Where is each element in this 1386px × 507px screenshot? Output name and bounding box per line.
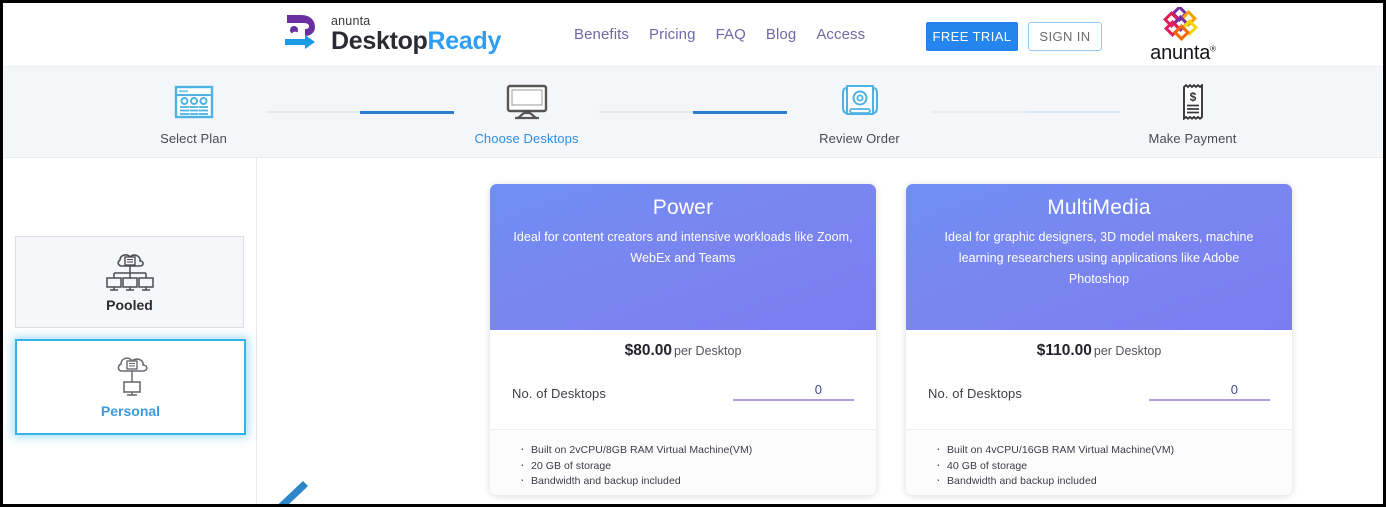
plan-card-header: MultiMedia Ideal for graphic designers, … [906, 184, 1292, 330]
plan-title-multimedia: MultiMedia [1047, 196, 1151, 219]
desktopready-logo[interactable]: anunta DesktopReady [281, 11, 501, 55]
desktop-type-selector: Pooled Personal [15, 236, 246, 435]
plan-card-power[interactable]: Power Ideal for content creators and int… [490, 184, 876, 495]
price-row-multimedia: $110.00 per Desktop [928, 342, 1270, 360]
step-choose-desktops[interactable]: Choose Desktops [454, 81, 599, 146]
price-amount-power: $80.00 [624, 342, 672, 359]
checkout-stepper: Select Plan Choose Desktops Review Order… [3, 66, 1383, 158]
anunta-corporate-logo[interactable]: anunta® [1135, 7, 1231, 65]
price-unit-multimedia: per Desktop [1093, 344, 1162, 358]
brand-desktop-text: Desktop [331, 26, 428, 55]
step-label-make-payment: Make Payment [1148, 131, 1237, 146]
monitor-icon [505, 81, 549, 123]
anunta-word-text: anunta [1150, 42, 1211, 64]
main-content: Pooled Personal Power Ideal for content … [3, 158, 1383, 504]
brand-wordmark: anunta DesktopReady [331, 12, 501, 54]
brand-ready-text: Ready [427, 26, 502, 55]
price-amount-multimedia: $110.00 [1036, 342, 1092, 359]
plan-description-multimedia: Ideal for graphic designers, 3D model ma… [944, 230, 1254, 286]
cloud-single-desktop-icon [108, 355, 154, 399]
plan-description-power: Ideal for content creators and intensive… [513, 230, 853, 265]
step-make-payment[interactable]: $ Make Payment [1120, 81, 1265, 146]
plan-features-multimedia: Built on 4vCPU/16GB RAM Virtual Machine(… [906, 430, 1292, 495]
nav-item-access[interactable]: Access [816, 26, 865, 43]
main-navigation: Benefits Pricing FAQ Blog Access [574, 26, 865, 43]
receipt-dollar-icon: $ [1176, 81, 1210, 123]
selector-label-pooled: Pooled [106, 297, 153, 313]
step-label-select-plan: Select Plan [160, 131, 227, 146]
nav-item-faq[interactable]: FAQ [716, 26, 746, 43]
selector-option-pooled[interactable]: Pooled [15, 236, 244, 328]
feature-item: Bandwidth and backup included [520, 472, 854, 490]
svg-text:$: $ [1189, 90, 1196, 104]
site-header: anunta DesktopReady Benefits Pricing FAQ… [3, 3, 1383, 66]
selector-option-personal[interactable]: Personal [15, 339, 246, 435]
plan-grid-icon [174, 81, 214, 123]
feature-item: Built on 4vCPU/16GB RAM Virtual Machine(… [936, 441, 1270, 459]
nav-item-benefits[interactable]: Benefits [574, 26, 629, 43]
price-row-power: $80.00 per Desktop [512, 342, 854, 360]
quantity-input-power[interactable] [733, 379, 854, 401]
sign-in-button[interactable]: SIGN IN [1028, 22, 1102, 51]
plan-card-pricing: $80.00 per Desktop No. of Desktops [490, 330, 876, 430]
desktopready-mark-icon [285, 15, 315, 49]
step-review-order[interactable]: Review Order [787, 81, 932, 146]
anunta-knot-icon [1163, 7, 1198, 41]
plan-card-header: Power Ideal for content creators and int… [490, 184, 876, 330]
step-connector-2 [599, 81, 787, 123]
step-connector-3 [932, 81, 1120, 123]
quantity-label-power: No. of Desktops [512, 386, 606, 401]
nav-item-pricing[interactable]: Pricing [649, 26, 696, 43]
nav-item-blog[interactable]: Blog [766, 26, 796, 43]
cloud-multi-desktop-icon [102, 251, 158, 293]
feature-item: Built on 2vCPU/8GB RAM Virtual Machine(V… [520, 441, 854, 459]
plan-title-power: Power [652, 196, 714, 219]
page-root: anunta DesktopReady Benefits Pricing FAQ… [0, 0, 1386, 507]
content-divider [256, 158, 257, 504]
step-connector-1 [266, 81, 454, 123]
feature-item: 20 GB of storage [520, 457, 854, 475]
plan-card-list: Power Ideal for content creators and int… [490, 184, 1292, 495]
free-trial-button[interactable]: FREE TRIAL [926, 22, 1018, 51]
anunta-wordmark: anunta® [1135, 42, 1231, 65]
step-label-choose-desktops: Choose Desktops [474, 131, 579, 146]
quantity-input-multimedia[interactable] [1149, 379, 1270, 401]
selector-label-personal: Personal [100, 403, 161, 419]
pointer-arrow-annotation-icon [278, 481, 308, 504]
plan-card-multimedia[interactable]: MultiMedia Ideal for graphic designers, … [906, 184, 1292, 495]
order-scroll-icon [838, 81, 882, 123]
plan-features-power: Built on 2vCPU/8GB RAM Virtual Machine(V… [490, 430, 876, 495]
brand-main-text: DesktopReady [331, 26, 502, 55]
step-label-review-order: Review Order [819, 131, 900, 146]
step-select-plan[interactable]: Select Plan [121, 81, 266, 146]
quantity-row-power: No. of Desktops [512, 379, 854, 401]
feature-item: 40 GB of storage [936, 457, 1270, 475]
quantity-row-multimedia: No. of Desktops [928, 379, 1270, 401]
anunta-registered-mark: ® [1210, 44, 1216, 54]
plan-card-pricing: $110.00 per Desktop No. of Desktops [906, 330, 1292, 430]
feature-item: Bandwidth and backup included [936, 472, 1270, 490]
price-unit-power: per Desktop [674, 344, 742, 358]
quantity-label-multimedia: No. of Desktops [928, 386, 1022, 401]
